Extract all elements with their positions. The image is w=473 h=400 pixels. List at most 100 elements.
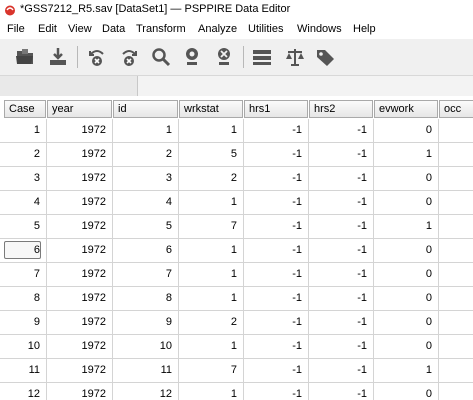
cell-id[interactable]: 1 <box>113 119 179 142</box>
cell-id[interactable]: 6 <box>113 239 179 262</box>
cell-id[interactable]: 2 <box>113 143 179 166</box>
cell-hrs1[interactable]: -1 <box>244 311 309 334</box>
column-header-hrs1[interactable]: hrs1 <box>244 100 308 118</box>
cell-occ[interactable] <box>439 311 473 334</box>
cell-id[interactable]: 3 <box>113 167 179 190</box>
cell-occ[interactable] <box>439 335 473 358</box>
cell-hrs2[interactable]: -1 <box>309 167 374 190</box>
cell-year[interactable]: 1972 <box>47 311 113 334</box>
column-header-evwork[interactable]: evwork <box>374 100 438 118</box>
cell-hrs1[interactable]: -1 <box>244 263 309 286</box>
cell-evwork[interactable]: 0 <box>374 119 439 142</box>
cell-evwork[interactable]: 0 <box>374 383 439 400</box>
cell-occ[interactable] <box>439 239 473 262</box>
menu-help[interactable]: Help <box>353 23 376 35</box>
column-header-case[interactable]: Case <box>4 100 46 118</box>
menu-edit[interactable]: Edit <box>38 23 57 35</box>
find-icon[interactable] <box>150 46 172 68</box>
cell-year[interactable]: 1972 <box>47 239 113 262</box>
cell-occ[interactable] <box>439 383 473 400</box>
cell-hrs1[interactable]: -1 <box>244 143 309 166</box>
cell-wrkstat[interactable]: 7 <box>179 215 244 238</box>
cell-hrs2[interactable]: -1 <box>309 287 374 310</box>
cell-hrs1[interactable]: -1 <box>244 239 309 262</box>
cell-occ[interactable] <box>439 167 473 190</box>
column-header-wrkstat[interactable]: wrkstat <box>179 100 243 118</box>
row-header-case[interactable]: 11 <box>0 359 47 382</box>
cell-id[interactable]: 12 <box>113 383 179 400</box>
cell-hrs2[interactable]: -1 <box>309 311 374 334</box>
open-icon[interactable] <box>14 46 36 68</box>
cell-evwork[interactable]: 0 <box>374 239 439 262</box>
cell-wrkstat[interactable]: 1 <box>179 335 244 358</box>
cell-year[interactable]: 1972 <box>47 215 113 238</box>
row-header-case[interactable]: 5 <box>0 215 47 238</box>
cell-wrkstat[interactable]: 1 <box>179 239 244 262</box>
cell-evwork[interactable]: 0 <box>374 167 439 190</box>
cell-wrkstat[interactable]: 1 <box>179 191 244 214</box>
cell-evwork[interactable]: 0 <box>374 335 439 358</box>
cell-year[interactable]: 1972 <box>47 167 113 190</box>
menu-analyze[interactable]: Analyze <box>198 23 237 35</box>
redo-icon[interactable] <box>118 46 140 68</box>
column-header-hrs2[interactable]: hrs2 <box>309 100 373 118</box>
save-icon[interactable] <box>47 46 69 68</box>
cell-occ[interactable] <box>439 287 473 310</box>
cell-year[interactable]: 1972 <box>47 191 113 214</box>
row-header-case[interactable]: 4 <box>0 191 47 214</box>
menu-transform[interactable]: Transform <box>136 23 186 35</box>
row-header-case[interactable]: 12 <box>0 383 47 400</box>
menu-windows[interactable]: Windows <box>297 23 342 35</box>
cell-year[interactable]: 1972 <box>47 335 113 358</box>
cell-hrs2[interactable]: -1 <box>309 143 374 166</box>
cell-occ[interactable] <box>439 215 473 238</box>
insert-case-icon[interactable] <box>251 46 273 68</box>
row-header-case[interactable]: 1 <box>0 119 47 142</box>
cell-wrkstat[interactable]: 2 <box>179 311 244 334</box>
row-header-case[interactable]: 3 <box>0 167 47 190</box>
cell-hrs2[interactable]: -1 <box>309 359 374 382</box>
cell-year[interactable]: 1972 <box>47 119 113 142</box>
cell-hrs2[interactable]: -1 <box>309 335 374 358</box>
cell-evwork[interactable]: 1 <box>374 359 439 382</box>
cell-wrkstat[interactable]: 7 <box>179 359 244 382</box>
row-header-case[interactable]: 10 <box>0 335 47 358</box>
cell-occ[interactable] <box>439 119 473 142</box>
cell-wrkstat[interactable]: 2 <box>179 167 244 190</box>
goto-variable-icon[interactable] <box>213 46 235 68</box>
cell-wrkstat[interactable]: 1 <box>179 287 244 310</box>
undo-icon[interactable] <box>86 46 108 68</box>
cell-hrs2[interactable]: -1 <box>309 119 374 142</box>
cell-year[interactable]: 1972 <box>47 383 113 400</box>
cell-id[interactable]: 11 <box>113 359 179 382</box>
cell-evwork[interactable]: 0 <box>374 263 439 286</box>
cell-id[interactable]: 9 <box>113 311 179 334</box>
cell-evwork[interactable]: 0 <box>374 287 439 310</box>
cell-hrs2[interactable]: -1 <box>309 383 374 400</box>
cell-value-entry[interactable] <box>137 76 473 96</box>
cell-hrs1[interactable]: -1 <box>244 383 309 400</box>
goto-case-icon[interactable] <box>181 46 203 68</box>
cell-wrkstat[interactable]: 1 <box>179 119 244 142</box>
cell-occ[interactable] <box>439 191 473 214</box>
menu-file[interactable]: File <box>7 23 25 35</box>
menu-view[interactable]: View <box>68 23 92 35</box>
cell-hrs1[interactable]: -1 <box>244 119 309 142</box>
cell-evwork[interactable]: 1 <box>374 143 439 166</box>
cell-evwork[interactable]: 1 <box>374 215 439 238</box>
menu-data[interactable]: Data <box>102 23 125 35</box>
cell-occ[interactable] <box>439 359 473 382</box>
row-header-case[interactable]: 7 <box>0 263 47 286</box>
menu-utilities[interactable]: Utilities <box>248 23 283 35</box>
cell-year[interactable]: 1972 <box>47 263 113 286</box>
cell-year[interactable]: 1972 <box>47 287 113 310</box>
cell-hrs1[interactable]: -1 <box>244 287 309 310</box>
cell-hrs1[interactable]: -1 <box>244 191 309 214</box>
cell-hrs1[interactable]: -1 <box>244 359 309 382</box>
row-header-case[interactable]: 2 <box>0 143 47 166</box>
row-header-case[interactable]: 9 <box>0 311 47 334</box>
cell-id[interactable]: 10 <box>113 335 179 358</box>
cell-year[interactable]: 1972 <box>47 143 113 166</box>
cell-hrs1[interactable]: -1 <box>244 335 309 358</box>
cell-hrs1[interactable]: -1 <box>244 215 309 238</box>
